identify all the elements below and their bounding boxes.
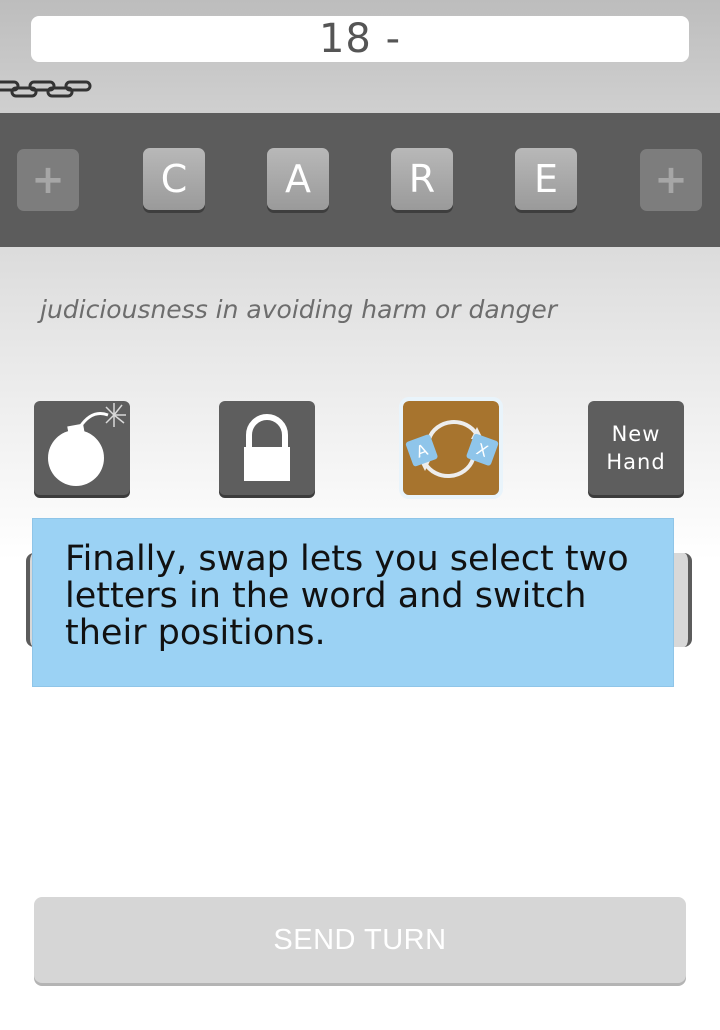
score-bar: 18 - [31,16,689,62]
new-hand-button[interactable]: New Hand [588,401,684,495]
letter-tile[interactable]: C [143,148,205,210]
letter-tile[interactable]: E [515,148,577,210]
letter-tile[interactable]: R [391,148,453,210]
chain-icon [0,80,92,98]
tooltip-text: Finally, swap lets you select two letter… [65,539,629,653]
send-turn-label: SEND TURN [273,923,447,956]
send-turn-button[interactable]: SEND TURN [34,897,686,983]
letter-tile[interactable]: A [267,148,329,210]
word-definition: judiciousness in avoiding harm or danger [40,295,558,324]
bomb-icon [48,403,126,486]
word-tray: + C A R E + [0,113,720,247]
swap-icon: A X [405,419,499,479]
tutorial-tooltip[interactable]: Finally, swap lets you select two letter… [32,518,674,687]
score-text: 18 - [318,16,402,62]
add-letter-left-button[interactable]: + [17,149,79,211]
add-letter-right-button[interactable]: + [640,149,702,211]
bomb-button[interactable] [34,401,130,495]
new-hand-label: New Hand [606,422,666,474]
swap-button[interactable]: A X [399,397,503,499]
lock-icon [244,414,290,481]
lock-button[interactable] [219,401,315,495]
